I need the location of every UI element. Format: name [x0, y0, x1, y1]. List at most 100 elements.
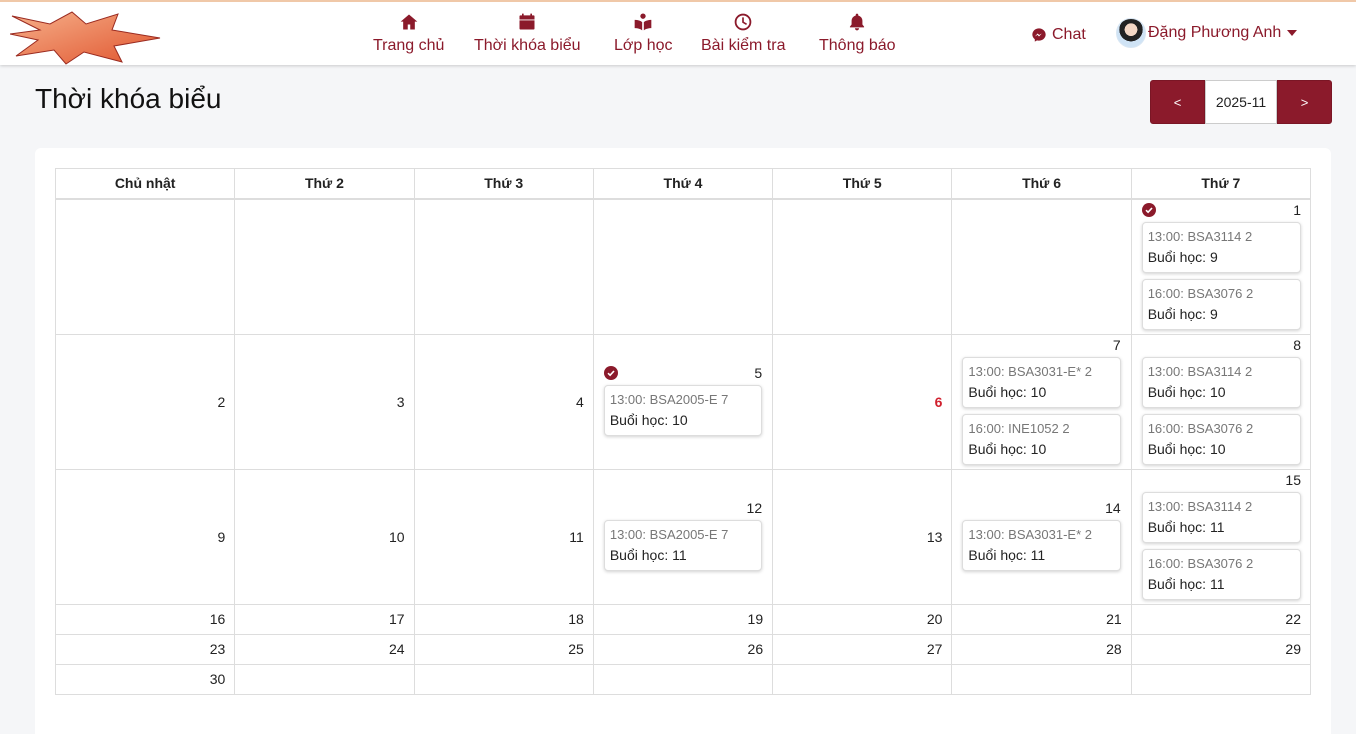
day-cell-7[interactable]: 7 13:00: BSA3031-E* 2 Buổi học: 10 16:00…	[951, 333, 1132, 470]
user-menu[interactable]: Đặng Phương Anh	[1116, 18, 1298, 48]
event-session: Buổi học: 10	[968, 383, 1047, 400]
day-number: 27	[926, 641, 943, 657]
top-navbar: Trang chủ Thời khóa biểu Lớp học Bài kiể…	[0, 0, 1356, 65]
day-number: 8	[1293, 336, 1301, 353]
day-number: 15	[1285, 471, 1301, 488]
day-cell-24[interactable]: 24	[234, 633, 415, 665]
event-session: Buổi học: 9	[1147, 305, 1218, 322]
event-time: 13:00: BSA2005-E 7	[609, 392, 729, 407]
event-time: 13:00: BSA3031-E* 2	[968, 363, 1092, 379]
day-number: 24	[388, 641, 405, 657]
day-cell-28[interactable]: 28	[951, 633, 1132, 665]
day-cell-6-today[interactable]: 6	[772, 333, 953, 470]
event-card[interactable]: 13:00: BSA3114 2 Buổi học: 11	[1141, 491, 1301, 543]
event-session: Buổi học: 11	[1147, 575, 1225, 592]
day-number: 11	[569, 528, 584, 545]
event-time: 13:00: BSA3114 2	[1147, 228, 1253, 244]
day-cell-empty	[54, 198, 236, 335]
month-input[interactable]: 2025-11	[1205, 80, 1277, 124]
day-cell-11[interactable]: 11	[413, 468, 594, 605]
nav-classes[interactable]: Lớp học	[614, 12, 673, 55]
day-cell-empty	[234, 663, 415, 695]
day-cell-9[interactable]: 9	[54, 468, 236, 605]
weekday-header: Thứ 4	[592, 168, 774, 200]
event-session: Buổi học: 11	[609, 547, 687, 563]
book-reader-icon	[634, 13, 652, 31]
day-cell-20[interactable]: 20	[772, 603, 953, 635]
chat-label: Chat	[1052, 26, 1086, 43]
event-session: Buổi học: 10	[968, 440, 1047, 457]
day-number: 16	[209, 611, 226, 627]
day-cell-19[interactable]: 19	[592, 603, 774, 635]
chat-link[interactable]: Chat	[1031, 26, 1086, 44]
day-number: 3	[396, 393, 405, 410]
day-number: 13	[926, 528, 943, 545]
day-number: 18	[568, 611, 584, 627]
day-number: 4	[576, 393, 584, 410]
check-circle-icon	[603, 366, 618, 380]
calendar-week: 9 10 11 12 13:00: BSA2005-E 7 Buổi học: …	[54, 468, 1312, 605]
day-cell-27[interactable]: 27	[772, 633, 953, 665]
day-cell-8[interactable]: 8 13:00: BSA3114 2 Buổi học: 10 16:00: B…	[1130, 333, 1312, 470]
day-cell-17[interactable]: 17	[234, 603, 415, 635]
event-card[interactable]: 13:00: BSA2005-E 7 Buổi học: 10	[603, 385, 763, 436]
day-cell-10[interactable]: 10	[234, 468, 415, 605]
event-card[interactable]: 16:00: BSA3076 2 Buổi học: 11	[1141, 548, 1301, 600]
event-session: Buổi học: 10	[1147, 383, 1226, 400]
day-cell-2[interactable]: 2	[54, 333, 236, 470]
day-cell-empty	[1130, 663, 1312, 695]
day-number: 20	[926, 611, 943, 627]
day-number-today: 6	[934, 393, 943, 410]
day-cell-12[interactable]: 12 13:00: BSA2005-E 7 Buổi học: 11	[592, 468, 774, 605]
caret-down-icon	[1287, 30, 1298, 36]
day-cell-1[interactable]: 1 13:00: BSA3114 2 Buổi học: 9 16:00: BS…	[1130, 198, 1312, 335]
calendar-card: Chủ nhật Thứ 2 Thứ 3 Thứ 4 Thứ 5 Thứ 6 T…	[35, 148, 1331, 734]
logo-starburst[interactable]	[10, 10, 162, 66]
day-cell-26[interactable]: 26	[592, 633, 774, 665]
nav-tests-label: Bài kiểm tra	[701, 37, 786, 54]
day-cell-5[interactable]: 5 13:00: BSA2005-E 7 Buổi học: 10	[592, 333, 774, 470]
day-number: 22	[1285, 611, 1301, 627]
event-card[interactable]: 16:00: BSA3076 2 Buổi học: 10	[1141, 413, 1301, 465]
day-cell-29[interactable]: 29	[1130, 633, 1312, 665]
event-card[interactable]: 16:00: BSA3076 2 Buổi học: 9	[1141, 278, 1301, 330]
day-cell-25[interactable]: 25	[413, 633, 594, 665]
nav-home[interactable]: Trang chủ	[373, 12, 444, 55]
nav-timetable[interactable]: Thời khóa biểu	[474, 12, 581, 55]
day-number: 5	[754, 365, 763, 381]
day-cell-15[interactable]: 15 13:00: BSA3114 2 Buổi học: 11 16:00: …	[1130, 468, 1312, 605]
day-number: 23	[209, 641, 226, 657]
event-time: 13:00: BSA3114 2	[1147, 498, 1253, 514]
event-card[interactable]: 13:00: BSA3031-E* 2 Buổi học: 10	[962, 356, 1121, 408]
event-card[interactable]: 13:00: BSA2005-E 7 Buổi học: 11	[603, 520, 763, 571]
avatar	[1116, 18, 1146, 48]
day-cell-22[interactable]: 22	[1130, 603, 1312, 635]
nav-notifications[interactable]: Thông báo	[819, 12, 896, 55]
day-cell-18[interactable]: 18	[413, 603, 594, 635]
prev-month-button[interactable]: <	[1150, 80, 1205, 124]
day-cell-4[interactable]: 4	[413, 333, 594, 470]
nav-tests[interactable]: Bài kiểm tra	[701, 12, 785, 55]
weekday-header: Thứ 7	[1130, 168, 1312, 200]
day-cell-empty	[592, 663, 774, 695]
day-cell-30[interactable]: 30	[54, 663, 236, 695]
event-time: 13:00: BSA3114 2	[1147, 363, 1253, 379]
event-card[interactable]: 13:00: BSA3031-E* 2 Buổi học: 11	[962, 520, 1121, 571]
event-card[interactable]: 13:00: BSA3114 2 Buổi học: 10	[1141, 356, 1301, 408]
event-card[interactable]: 13:00: BSA3114 2 Buổi học: 9	[1141, 221, 1301, 273]
month-navigator: < 2025-11 >	[1150, 80, 1332, 124]
nav-notifications-label: Thông báo	[819, 37, 896, 54]
event-card[interactable]: 16:00: INE1052 2 Buổi học: 10	[962, 413, 1121, 465]
event-time: 16:00: BSA3076 2	[1147, 555, 1254, 571]
day-cell-14[interactable]: 14 13:00: BSA3031-E* 2 Buổi học: 11	[951, 468, 1132, 605]
calendar-week: 2 3 4 5 13:00: BSA2005-E 7 Buổi học: 10	[54, 333, 1312, 470]
next-month-button[interactable]: >	[1277, 80, 1332, 124]
day-cell-23[interactable]: 23	[54, 633, 236, 665]
calendar-icon	[519, 13, 535, 30]
day-cell-3[interactable]: 3	[234, 333, 415, 470]
user-name: Đặng Phương Anh	[1148, 24, 1282, 41]
day-cell-16[interactable]: 16	[54, 603, 236, 635]
weekday-header: Thứ 5	[772, 168, 953, 200]
day-cell-13[interactable]: 13	[772, 468, 953, 605]
day-cell-21[interactable]: 21	[951, 603, 1132, 635]
